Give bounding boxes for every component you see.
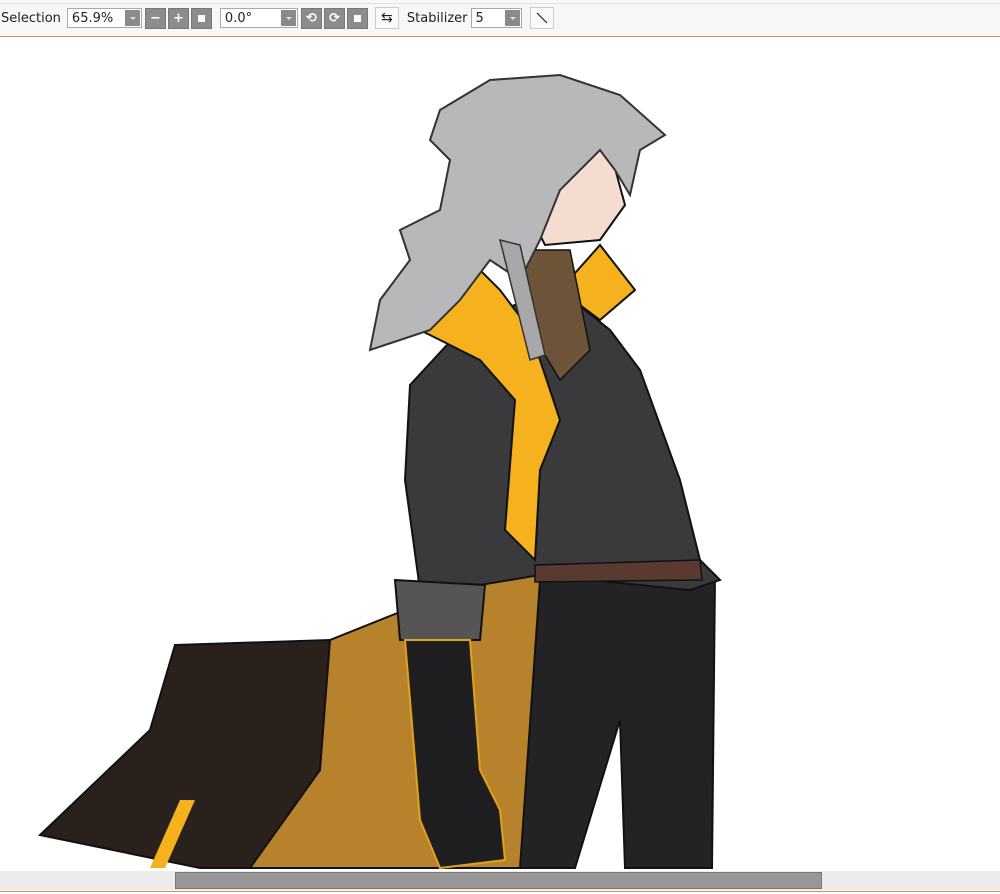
rotate-ccw-button[interactable]: ⟲ bbox=[300, 7, 322, 29]
scrollbar-thumb[interactable] bbox=[175, 872, 822, 889]
rotation-combo[interactable]: 0.0° bbox=[219, 8, 298, 28]
horizontal-scrollbar[interactable] bbox=[0, 871, 1000, 890]
zoom-value[interactable]: 65.9% bbox=[72, 11, 125, 26]
toolbar-divider bbox=[0, 3, 1000, 4]
chevron-down-icon[interactable] bbox=[504, 10, 520, 26]
flip-horizontal-icon: ⇆ bbox=[381, 10, 393, 26]
zoom-out-button[interactable]: − bbox=[144, 7, 166, 29]
cuff bbox=[393, 578, 487, 641]
zoom-reset-button[interactable] bbox=[190, 7, 212, 29]
artwork bbox=[37, 73, 722, 870]
pants bbox=[518, 573, 717, 869]
line-tool-button[interactable] bbox=[529, 7, 554, 29]
chevron-down-icon[interactable] bbox=[124, 10, 140, 26]
square-icon bbox=[353, 14, 361, 22]
toolbar: Selection 65.9% − + 0.0° ⟲ ⟳ ⇆ Stabilize… bbox=[0, 0, 1000, 37]
rotate-ccw-icon: ⟲ bbox=[305, 10, 317, 26]
stabilizer-value[interactable]: 5 bbox=[476, 11, 505, 26]
selection-label: Selection bbox=[1, 10, 61, 26]
square-icon bbox=[197, 14, 205, 22]
minus-icon: − bbox=[149, 10, 161, 26]
chevron-down-icon[interactable] bbox=[280, 10, 296, 26]
diagonal-line-icon bbox=[536, 12, 547, 24]
drawing-canvas[interactable] bbox=[0, 37, 1000, 871]
plus-icon: + bbox=[172, 10, 184, 26]
rotate-cw-icon: ⟳ bbox=[328, 10, 340, 26]
rotate-cw-button[interactable]: ⟳ bbox=[323, 7, 345, 29]
bottom-divider bbox=[0, 891, 1000, 892]
flip-button[interactable]: ⇆ bbox=[374, 7, 399, 29]
stabilizer-label: Stabilizer bbox=[406, 10, 468, 26]
zoom-in-button[interactable]: + bbox=[167, 7, 189, 29]
rotate-reset-button[interactable] bbox=[346, 7, 368, 29]
stabilizer-combo[interactable]: 5 bbox=[470, 8, 522, 28]
rotation-value[interactable]: 0.0° bbox=[225, 11, 281, 26]
zoom-combo[interactable]: 65.9% bbox=[66, 8, 142, 28]
